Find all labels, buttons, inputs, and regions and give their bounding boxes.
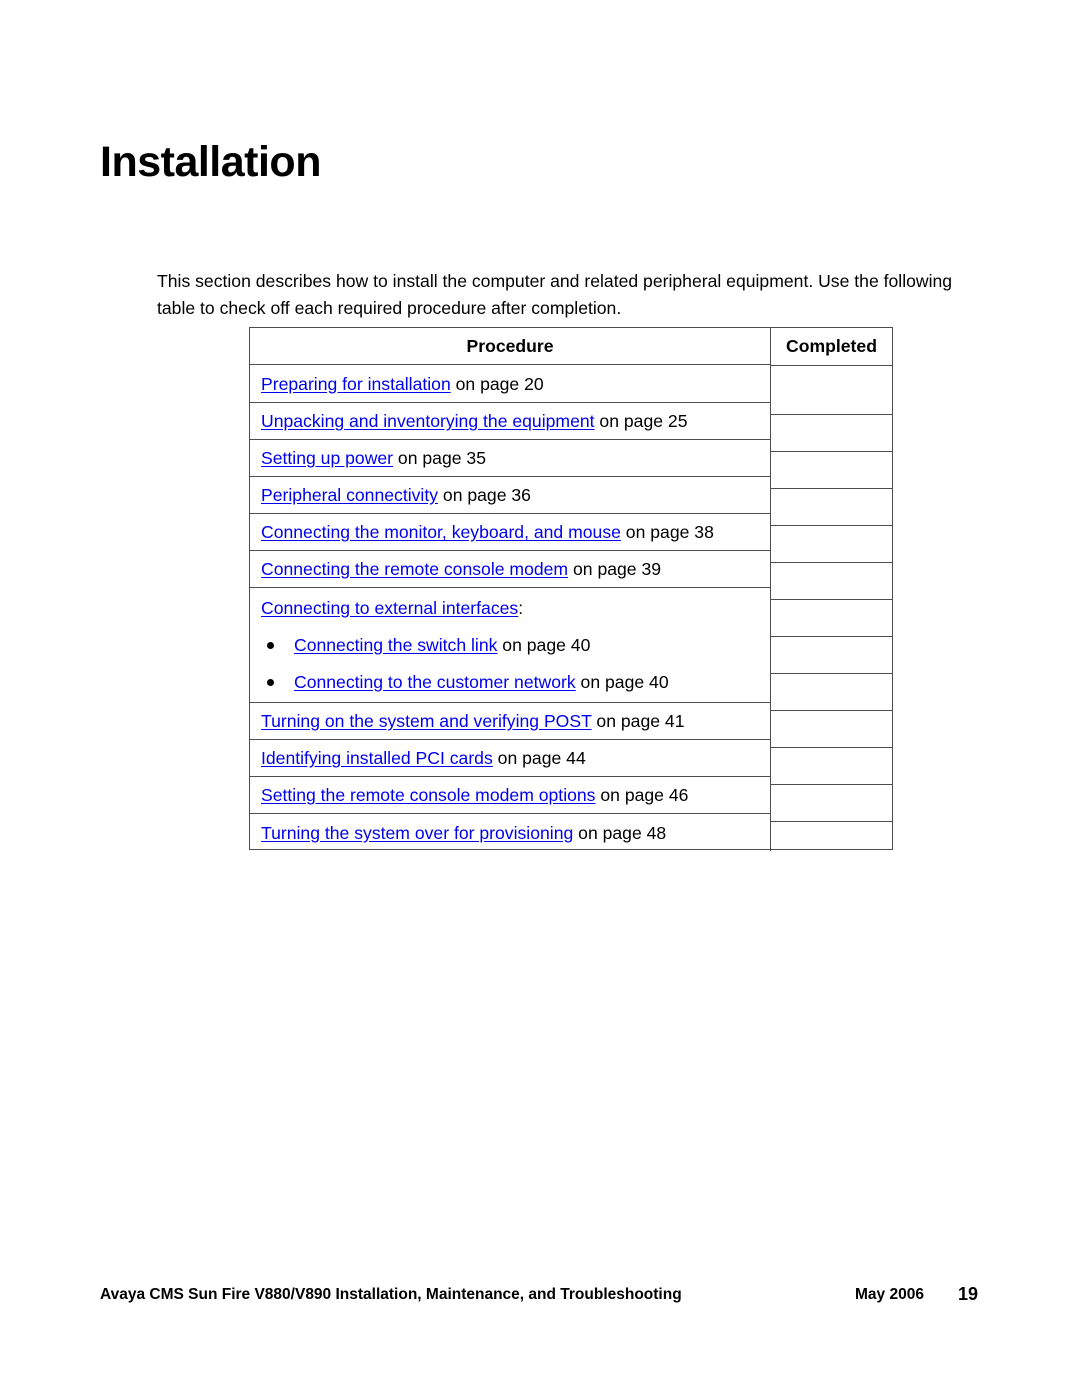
table-row-group-external-interfaces[interactable]: Connecting to external interfaces: Conne… bbox=[250, 588, 770, 703]
list-item-suffix: on page 40 bbox=[575, 672, 669, 692]
completed-cell-divider bbox=[771, 821, 893, 822]
table-row[interactable]: Peripheral connectivity on page 36 bbox=[250, 477, 770, 514]
xref-link[interactable]: Setting up power bbox=[261, 448, 393, 468]
row-suffix: on page 36 bbox=[438, 485, 531, 505]
row-text: Turning on the system and verifying POST… bbox=[261, 710, 684, 732]
xref-link[interactable]: Connecting the monitor, keyboard, and mo… bbox=[261, 522, 621, 542]
row-suffix: on page 38 bbox=[620, 522, 714, 542]
xref-link[interactable]: Connecting to the customer network bbox=[294, 672, 576, 692]
row-text: Unpacking and inventorying the equipment… bbox=[261, 410, 687, 432]
footer-document-title: Avaya CMS Sun Fire V880/V890 Installatio… bbox=[100, 1286, 682, 1303]
completed-cell-divider bbox=[771, 710, 893, 711]
row-text: Turning the system over for provisioning… bbox=[261, 822, 666, 844]
list-item[interactable]: Connecting the switch link on page 40 bbox=[261, 634, 770, 656]
footer-page-number: 19 bbox=[958, 1284, 979, 1304]
row-suffix: on page 41 bbox=[591, 711, 685, 731]
completed-cell-divider bbox=[771, 365, 893, 366]
row-text: Connecting the remote console modem on p… bbox=[261, 558, 661, 580]
bullet-icon bbox=[267, 642, 274, 649]
completed-cell-divider bbox=[771, 562, 893, 563]
row-text: Setting up power on page 35 bbox=[261, 447, 486, 469]
footer-date: May 2006 bbox=[855, 1286, 924, 1303]
list-item[interactable]: Connecting to the customer network on pa… bbox=[261, 671, 770, 693]
completed-cell-divider bbox=[771, 673, 893, 674]
bullet-icon bbox=[267, 679, 274, 686]
group-lead-text: Connecting to external interfaces: bbox=[261, 597, 770, 619]
row-suffix: on page 20 bbox=[450, 373, 544, 394]
completed-column: Completed bbox=[771, 328, 892, 851]
intro-paragraph: This section describes how to install th… bbox=[157, 270, 953, 318]
column-header-completed: Completed bbox=[786, 336, 877, 356]
table-row[interactable]: Turning on the system and verifying POST… bbox=[250, 703, 770, 740]
completed-cell-divider bbox=[771, 525, 893, 526]
row-text: Identifying installed PCI cards on page … bbox=[261, 747, 586, 769]
xref-link[interactable]: Connecting the remote console modem bbox=[261, 559, 568, 579]
table-row[interactable]: Setting the remote console modem options… bbox=[250, 777, 770, 814]
xref-link[interactable]: Peripheral connectivity bbox=[261, 485, 438, 505]
row-text: Peripheral connectivity on page 36 bbox=[261, 484, 531, 506]
group-suffix: : bbox=[518, 598, 524, 618]
row-suffix: on page 44 bbox=[492, 748, 586, 768]
procedure-column: Procedure Preparing for installation on … bbox=[250, 328, 771, 851]
row-text: Connecting the monitor, keyboard, and mo… bbox=[261, 521, 714, 543]
row-text: Preparing for installation on page 20 bbox=[261, 373, 544, 395]
xref-link[interactable]: Connecting to external interfaces bbox=[261, 598, 518, 618]
page-footer: Avaya CMS Sun Fire V880/V890 Installatio… bbox=[100, 1284, 1010, 1310]
xref-link[interactable]: Identifying installed PCI cards bbox=[261, 748, 493, 768]
xref-link[interactable]: Turning the system over for provisioning bbox=[261, 823, 573, 843]
list-item-suffix: on page 40 bbox=[497, 635, 591, 655]
completed-cell-divider bbox=[771, 784, 893, 785]
table-row[interactable]: Connecting the monitor, keyboard, and mo… bbox=[250, 514, 770, 551]
table-row[interactable]: Preparing for installation on page 20 bbox=[250, 365, 770, 403]
table-row[interactable]: Connecting the remote console modem on p… bbox=[250, 551, 770, 588]
completed-cell-divider bbox=[771, 599, 893, 600]
row-suffix: on page 48 bbox=[573, 822, 667, 843]
table-row[interactable]: Setting up power on page 35 bbox=[250, 440, 770, 477]
row-suffix: on page 46 bbox=[595, 785, 689, 805]
xref-link[interactable]: Setting the remote console modem options bbox=[261, 785, 595, 805]
table-row[interactable]: Unpacking and inventorying the equipment… bbox=[250, 403, 770, 440]
xref-link[interactable]: Connecting the switch link bbox=[294, 635, 497, 655]
row-text: Setting the remote console modem options… bbox=[261, 784, 688, 806]
completed-cell-divider bbox=[771, 747, 893, 748]
row-suffix: on page 35 bbox=[393, 448, 486, 468]
xref-link[interactable]: Preparing for installation bbox=[261, 374, 451, 394]
table-row[interactable]: Identifying installed PCI cards on page … bbox=[250, 740, 770, 777]
table-body: Procedure Preparing for installation on … bbox=[249, 327, 893, 851]
xref-link[interactable]: Unpacking and inventorying the equipment bbox=[261, 411, 595, 431]
row-suffix: on page 25 bbox=[594, 411, 688, 431]
xref-link[interactable]: Turning on the system and verifying POST bbox=[261, 711, 592, 731]
row-suffix: on page 39 bbox=[568, 559, 662, 579]
completed-cell-divider bbox=[771, 414, 893, 415]
completed-cell-divider bbox=[771, 636, 893, 637]
completed-cell-divider bbox=[771, 451, 893, 452]
table-row[interactable]: Turning the system over for provisioning… bbox=[250, 814, 770, 851]
procedure-checklist-table: Procedure Preparing for installation on … bbox=[249, 327, 893, 851]
page-title: Installation bbox=[100, 137, 321, 186]
completed-cell-divider bbox=[771, 488, 893, 489]
column-header-procedure: Procedure bbox=[250, 328, 770, 365]
